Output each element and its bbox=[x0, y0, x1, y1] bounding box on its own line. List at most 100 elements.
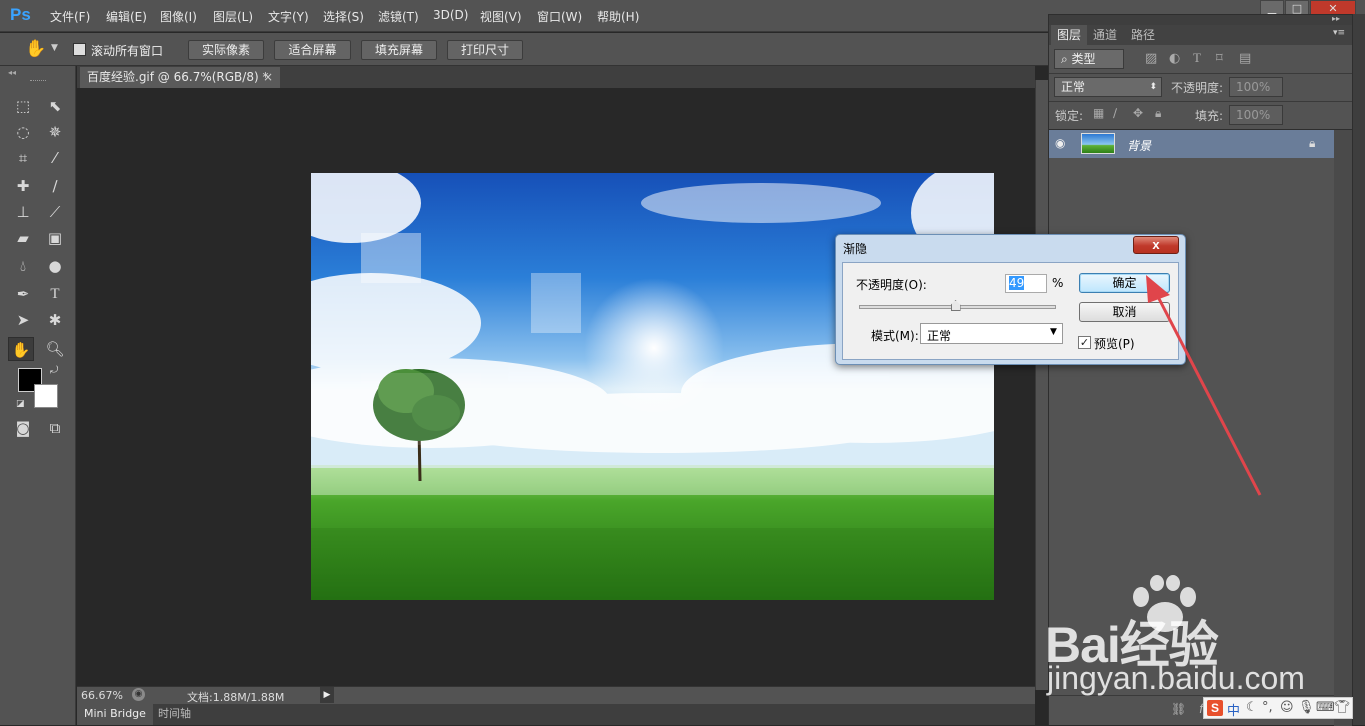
filter-smart-object-icon[interactable]: ▤ bbox=[1239, 51, 1251, 66]
blur-icon[interactable]: 💧︎ bbox=[10, 254, 36, 278]
dialog-body: 不透明度(O): 49 % 模式(M): 正常 ▼ 确定 取消 ✓ 预览(P) bbox=[842, 262, 1179, 360]
punctuation-icon[interactable]: °, bbox=[1262, 700, 1273, 715]
filter-kind-label: 类型 bbox=[1071, 52, 1096, 66]
crop-icon[interactable]: ⌗ bbox=[10, 146, 36, 170]
eyedropper-icon[interactable]: ⁄ bbox=[42, 146, 68, 170]
skin-icon[interactable]: 👕︎ bbox=[1334, 700, 1351, 715]
fit-screen-button[interactable]: 适合屏幕 bbox=[274, 40, 351, 60]
fade-mode-label: 模式(M): bbox=[871, 329, 919, 343]
tool-preset-chevron-icon[interactable]: ▼ bbox=[51, 43, 58, 53]
menu-select[interactable]: 选择(S) bbox=[323, 8, 364, 25]
menu-file[interactable]: 文件(F) bbox=[50, 8, 90, 25]
menu-window[interactable]: 窗口(W) bbox=[537, 8, 582, 25]
panel-scrollbar[interactable] bbox=[1334, 130, 1352, 726]
link-layers-icon[interactable]: ⛓︎ bbox=[1171, 702, 1186, 716]
path-selection-icon[interactable]: ➤ bbox=[10, 308, 36, 332]
default-colors-icon[interactable]: ◪ bbox=[16, 399, 25, 409]
moon-icon[interactable]: ☾ bbox=[1246, 700, 1258, 715]
status-menu-arrow-icon[interactable]: ▶ bbox=[320, 687, 334, 703]
zoom-level[interactable]: 66.67% bbox=[81, 689, 123, 702]
slider-thumb[interactable] bbox=[950, 300, 961, 311]
layer-name[interactable]: 背景 bbox=[1127, 137, 1151, 154]
ime-toolbar[interactable]: S 中 ☾ °, ☺ 🎙︎ ⌨ 👕︎ bbox=[1203, 697, 1353, 719]
chevron-down-icon: ▼ bbox=[1050, 327, 1057, 337]
layer-thumbnail bbox=[1081, 133, 1115, 154]
fade-mode-select[interactable]: 正常 ▼ bbox=[920, 323, 1063, 344]
tab-channels[interactable]: 通道 bbox=[1087, 25, 1123, 45]
hand-tool-icon[interactable]: ✋ bbox=[25, 39, 46, 59]
layer-row-background[interactable]: ◉ 背景 🔒︎ bbox=[1049, 130, 1334, 158]
move-icon[interactable]: ⬉ bbox=[42, 94, 68, 118]
magic-wand-icon[interactable]: ✵ bbox=[42, 120, 68, 144]
gradient-icon[interactable]: ▣ bbox=[42, 226, 68, 250]
baidu-watermark: Bai经验 jingyan.baidu.com bbox=[1045, 575, 1305, 696]
fade-opacity-input[interactable]: 49 bbox=[1005, 274, 1047, 293]
emoji-icon[interactable]: ☺ bbox=[1280, 700, 1294, 715]
hand-tool-active-icon[interactable]: ✋ bbox=[8, 337, 34, 361]
menu-type[interactable]: 文字(Y) bbox=[268, 8, 309, 25]
lock-all-icon[interactable]: 🔒︎ bbox=[1155, 106, 1161, 121]
panel-collapse-icon[interactable]: ▸▸ bbox=[1332, 14, 1340, 23]
lock-transparent-icon[interactable]: ▦ bbox=[1093, 106, 1104, 120]
clone-stamp-icon[interactable]: ⊥ bbox=[10, 200, 36, 224]
lock-label: 锁定: bbox=[1055, 109, 1084, 123]
collapse-icon[interactable]: ◂◂ bbox=[8, 68, 16, 77]
document-close-icon[interactable]: × bbox=[263, 67, 273, 87]
healing-brush-icon[interactable]: ✚ bbox=[10, 174, 36, 198]
tab-layers[interactable]: 图层 bbox=[1051, 25, 1088, 45]
scroll-all-windows-checkbox[interactable] bbox=[73, 43, 86, 56]
fade-opacity-slider[interactable] bbox=[859, 300, 1056, 311]
grip-icon[interactable] bbox=[30, 80, 46, 83]
share-icon[interactable]: ◉ bbox=[132, 688, 145, 701]
menu-image[interactable]: 图像(I) bbox=[160, 8, 197, 25]
menu-layer[interactable]: 图层(L) bbox=[213, 8, 253, 25]
ime-language[interactable]: 中 bbox=[1227, 700, 1240, 719]
fade-opacity-value: 49 bbox=[1009, 276, 1025, 290]
lock-paint-icon[interactable]: ∕ bbox=[1113, 106, 1117, 120]
menu-3d[interactable]: 3D(D) bbox=[433, 8, 468, 22]
blend-mode-dropdown[interactable]: 正常 ⬍ bbox=[1054, 77, 1162, 97]
filter-shape-icon[interactable]: ⌑ bbox=[1216, 51, 1223, 66]
dodge-icon[interactable]: ● bbox=[42, 254, 68, 278]
actual-pixels-button[interactable]: 实际像素 bbox=[188, 40, 264, 60]
zoom-icon[interactable]: 🔍︎ bbox=[42, 337, 68, 361]
history-brush-icon[interactable]: ⟋ bbox=[42, 200, 68, 224]
brush-icon[interactable]: ∕ bbox=[42, 174, 68, 198]
tab-mini-bridge[interactable]: Mini Bridge bbox=[77, 704, 153, 725]
swap-colors-icon[interactable]: ⤾ bbox=[50, 365, 58, 376]
opacity-field[interactable]: 100% bbox=[1229, 77, 1283, 97]
microphone-icon[interactable]: 🎙︎ bbox=[1298, 700, 1315, 715]
type-icon[interactable]: T bbox=[42, 282, 68, 306]
fade-dialog: 渐隐 x 不透明度(O): 49 % 模式(M): 正常 ▼ 确定 取消 ✓ 预… bbox=[835, 234, 1186, 365]
document-info: 文档:1.88M/1.88M bbox=[187, 691, 285, 704]
custom-shape-icon[interactable]: ✱ bbox=[42, 308, 68, 332]
filter-pixel-icon[interactable]: ▨ bbox=[1145, 51, 1157, 66]
filter-adjustment-icon[interactable]: ◐ bbox=[1169, 51, 1180, 66]
menu-view[interactable]: 视图(V) bbox=[480, 8, 522, 25]
tab-timeline[interactable]: 时间轴 bbox=[153, 704, 196, 725]
layer-filter-dropdown[interactable]: ⌕ 类型 bbox=[1054, 49, 1124, 69]
filter-type-icon[interactable]: T bbox=[1193, 50, 1201, 66]
marquee-icon[interactable]: ⬚ bbox=[10, 94, 36, 118]
tab-paths[interactable]: 路径 bbox=[1125, 25, 1161, 45]
menu-help[interactable]: 帮助(H) bbox=[597, 8, 639, 25]
visibility-eye-icon[interactable]: ◉ bbox=[1055, 136, 1065, 150]
screen-mode-icon[interactable]: ⧉ bbox=[42, 416, 68, 440]
fill-field[interactable]: 100% bbox=[1229, 105, 1283, 125]
print-size-button[interactable]: 打印尺寸 bbox=[447, 40, 523, 60]
document-tab[interactable]: 百度经验.gif @ 66.7%(RGB/8) * × bbox=[80, 67, 280, 88]
keyboard-icon[interactable]: ⌨ bbox=[1316, 700, 1335, 715]
preview-label: 预览(P) bbox=[1094, 337, 1135, 351]
fill-screen-button[interactable]: 填充屏幕 bbox=[361, 40, 437, 60]
pen-icon[interactable]: ✒︎ bbox=[10, 282, 36, 306]
quick-mask-icon[interactable]: ◙ bbox=[10, 416, 36, 440]
menu-edit[interactable]: 编辑(E) bbox=[106, 8, 147, 25]
background-color-swatch[interactable] bbox=[34, 384, 58, 408]
menu-filter[interactable]: 滤镜(T) bbox=[378, 8, 419, 25]
lasso-icon[interactable]: ◌ bbox=[10, 120, 36, 144]
preview-checkbox[interactable]: ✓ bbox=[1078, 336, 1091, 349]
eraser-icon[interactable]: ▰ bbox=[10, 226, 36, 250]
dialog-close-icon[interactable]: x bbox=[1133, 236, 1179, 254]
lock-position-icon[interactable]: ✥ bbox=[1133, 106, 1143, 120]
panel-menu-icon[interactable]: ▾≡ bbox=[1333, 28, 1345, 38]
